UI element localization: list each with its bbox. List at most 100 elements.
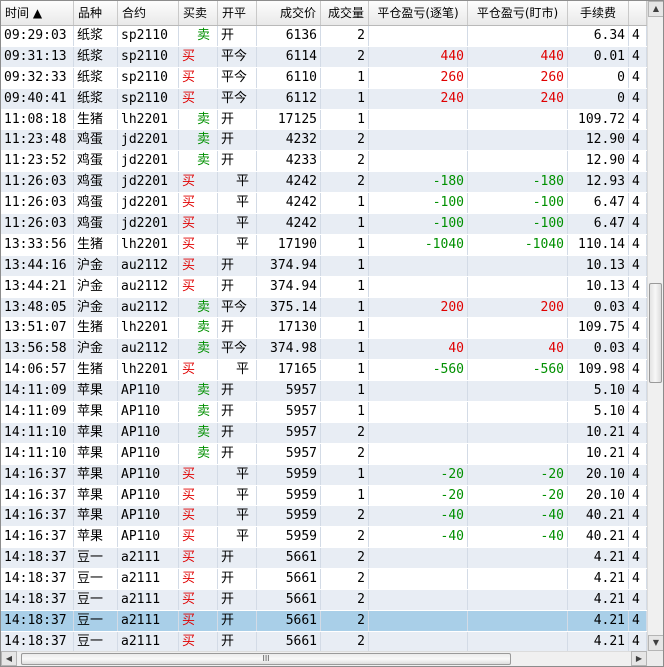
cell-pnl-trade: 240 [369, 88, 468, 109]
cell-volume: 2 [321, 506, 369, 527]
cell-pnl-mtm: -20 [468, 485, 568, 506]
table-row[interactable]: 14:11:10 苹果 AP110 卖开 5957 2 10.21 4 [1, 443, 647, 465]
scroll-right-icon[interactable]: ▶ [631, 651, 647, 666]
table-row[interactable]: 13:51:07 生猪 lh2201 卖开 17130 1 109.75 4 [1, 318, 647, 340]
scroll-left-icon[interactable]: ◀ [1, 651, 17, 666]
cell-pnl-trade [369, 276, 468, 297]
cell-price: 5959 [257, 464, 321, 485]
cell-pnl-mtm [468, 318, 568, 339]
table-row[interactable]: 09:31:13 纸浆 sp2110 买平今 6114 2 440 440 0.01 4 [1, 46, 647, 68]
table-row[interactable]: 13:56:58 沪金 au2112 卖平今 374.98 1 40 40 0.03 4 [1, 339, 647, 361]
table-row[interactable]: 13:44:16 沪金 au2112 买开 374.94 1 10.13 4 [1, 255, 647, 277]
cell-volume: 1 [321, 339, 369, 360]
cell-contract: jd2201 [118, 172, 179, 193]
col-header-volume[interactable]: 成交量 [321, 1, 369, 25]
cell-side: 买 [179, 172, 218, 193]
cell-openclose: 平 [218, 485, 257, 506]
cell-fee: 4.21 [568, 631, 629, 651]
col-header-fee[interactable]: 手续费 [568, 1, 629, 25]
table-row[interactable]: 14:11:09 苹果 AP110 卖开 5957 1 5.10 4 [1, 381, 647, 403]
cell-contract: a2111 [118, 610, 179, 631]
vertical-scrollbar[interactable]: ▲ ▼ [647, 1, 663, 651]
col-header-price[interactable]: 成交价 [257, 1, 321, 25]
cell-side: 买 [179, 548, 218, 569]
table-row[interactable]: 14:18:37 豆一 a2111 买开 5661 2 4.21 4 [1, 569, 647, 591]
table-row[interactable]: 14:06:57 生猪 lh2201 买平 17165 1 -560 -560 109.98 4 [1, 360, 647, 382]
table-row[interactable]: 09:29:03 纸浆 sp2110 卖开 6136 2 6.34 4 [1, 26, 647, 47]
cell-volume: 1 [321, 464, 369, 485]
horizontal-scroll-thumb[interactable]: III [21, 653, 511, 665]
cell-side: 买 [179, 46, 218, 67]
table-row[interactable]: 11:26:03 鸡蛋 jd2201 买平 4242 2 -180 -180 12.93 4 [1, 172, 647, 194]
cell-contract: a2111 [118, 548, 179, 569]
table-row[interactable]: 11:23:52 鸡蛋 jd2201 卖开 4233 2 12.90 4 [1, 151, 647, 173]
cell-variety: 苹果 [74, 506, 118, 527]
cell-fee: 40.21 [568, 506, 629, 527]
col-header-openclose[interactable]: 开平 [218, 1, 257, 25]
cell-contract: AP110 [118, 443, 179, 464]
cell-time: 11:23:52 [1, 151, 74, 172]
col-header-time[interactable]: 时间 ▲ [1, 1, 74, 25]
vertical-scroll-thumb[interactable] [649, 283, 662, 383]
col-header-pnl-mtm[interactable]: 平仓盈亏(盯市) [468, 1, 568, 25]
horizontal-scrollbar[interactable]: ◀ III ▶ [1, 651, 647, 666]
cell-time: 14:11:10 [1, 443, 74, 464]
cell-volume: 2 [321, 422, 369, 443]
table-row[interactable]: 11:26:03 鸡蛋 jd2201 买平 4242 1 -100 -100 6.47 4 [1, 193, 647, 215]
table-row[interactable]: 09:32:33 纸浆 sp2110 买平今 6110 1 260 260 0 4 [1, 67, 647, 89]
table-row[interactable]: 14:16:37 苹果 AP110 买平 5959 1 -20 -20 20.10 4 [1, 485, 647, 507]
table-row[interactable]: 14:18:37 豆一 a2111 买开 5661 2 4.21 4 [1, 610, 647, 632]
cell-time: 11:26:03 [1, 172, 74, 193]
cell-volume: 2 [321, 443, 369, 464]
cell-price: 5959 [257, 506, 321, 527]
table-row[interactable]: 09:40:41 纸浆 sp2110 买平今 6112 1 240 240 0 4 [1, 88, 647, 110]
cell-contract: sp2110 [118, 46, 179, 67]
cell-pnl-mtm: -40 [468, 527, 568, 548]
cell-price: 5957 [257, 422, 321, 443]
table-row[interactable]: 13:44:21 沪金 au2112 买开 374.94 1 10.13 4 [1, 276, 647, 298]
table-row[interactable]: 11:23:48 鸡蛋 jd2201 卖开 4232 2 12.90 4 [1, 130, 647, 152]
cell-contract: au2112 [118, 255, 179, 276]
cell-openclose: 平 [218, 527, 257, 548]
table-row[interactable]: 14:11:10 苹果 AP110 卖开 5957 2 10.21 4 [1, 422, 647, 444]
cell-variety: 生猪 [74, 318, 118, 339]
cell-time: 14:11:09 [1, 402, 74, 422]
cell-pnl-mtm: -180 [468, 172, 568, 193]
col-header-contract[interactable]: 合约 [118, 1, 179, 25]
cell-extra: 4 [629, 402, 647, 422]
table-row[interactable]: 14:18:37 豆一 a2111 买开 5661 2 4.21 4 [1, 631, 647, 651]
col-header-extra[interactable] [629, 1, 647, 25]
cell-side: 买 [179, 569, 218, 590]
table-row[interactable]: 14:16:37 苹果 AP110 买平 5959 1 -20 -20 20.10 4 [1, 464, 647, 486]
cell-time: 14:16:37 [1, 506, 74, 527]
table-row[interactable]: 13:48:05 沪金 au2112 卖平今 375.14 1 200 200 0.03 4 [1, 297, 647, 319]
cell-price: 5661 [257, 590, 321, 610]
cell-variety: 鸡蛋 [74, 172, 118, 193]
col-header-side[interactable]: 买卖 [179, 1, 218, 25]
cell-openclose: 开 [218, 610, 257, 631]
cell-variety: 纸浆 [74, 67, 118, 88]
cell-price: 374.98 [257, 339, 321, 360]
scroll-up-icon[interactable]: ▲ [648, 1, 663, 17]
table-row[interactable]: 14:11:09 苹果 AP110 卖开 5957 1 5.10 4 [1, 402, 647, 423]
cell-pnl-mtm: -100 [468, 214, 568, 234]
table-row[interactable]: 11:08:18 生猪 lh2201 卖开 17125 1 109.72 4 [1, 109, 647, 131]
cell-side: 卖 [179, 130, 218, 151]
cell-contract: jd2201 [118, 130, 179, 151]
cell-time: 13:44:16 [1, 255, 74, 276]
cell-price: 4242 [257, 193, 321, 214]
col-header-variety[interactable]: 品种 [74, 1, 118, 25]
table-row[interactable]: 14:16:37 苹果 AP110 买平 5959 2 -40 -40 40.21 4 [1, 527, 647, 549]
cell-openclose: 开 [218, 130, 257, 151]
cell-price: 5957 [257, 402, 321, 422]
table-row[interactable]: 14:18:37 豆一 a2111 买开 5661 2 4.21 4 [1, 590, 647, 611]
table-row[interactable]: 14:18:37 豆一 a2111 买开 5661 2 4.21 4 [1, 548, 647, 570]
col-header-pnl-trade[interactable]: 平仓盈亏(逐笔) [369, 1, 468, 25]
cell-volume: 2 [321, 631, 369, 651]
table-row[interactable]: 11:26:03 鸡蛋 jd2201 买平 4242 1 -100 -100 6.47 4 [1, 214, 647, 235]
table-row[interactable]: 14:16:37 苹果 AP110 买平 5959 2 -40 -40 40.21 4 [1, 506, 647, 528]
cell-side: 买 [179, 506, 218, 527]
scroll-down-icon[interactable]: ▼ [648, 635, 663, 651]
table-row[interactable]: 13:33:56 生猪 lh2201 买平 17190 1 -1040 -1040 110.14… [1, 234, 647, 256]
cell-time: 14:18:37 [1, 610, 74, 631]
